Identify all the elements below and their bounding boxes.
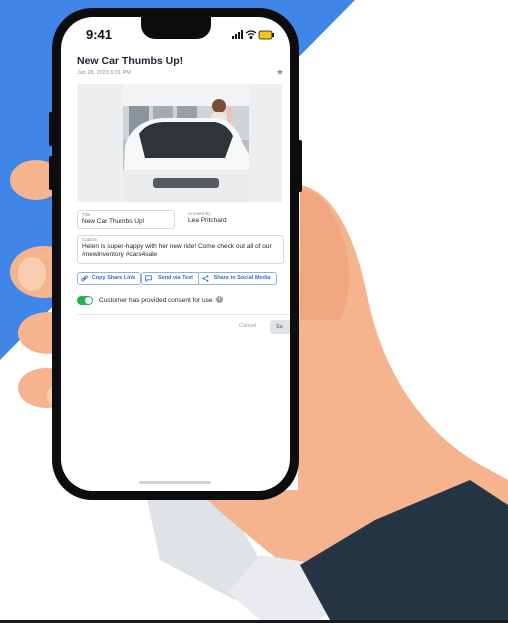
post-title: New Car Thumbs Up! xyxy=(77,55,184,67)
phone-screen: 9:41 New Car Thumbs Up! Jun 28, 2023 6:3… xyxy=(61,17,290,491)
copy-share-link-button[interactable]: Copy Share Link xyxy=(77,272,141,285)
title-label: Title xyxy=(82,212,91,217)
message-icon xyxy=(145,275,152,282)
footer-actions: Cancel Sa xyxy=(211,320,290,334)
battery-icon xyxy=(258,30,274,40)
status-time: 9:41 xyxy=(86,27,113,42)
caption-value: Helen is super-happy with her new ride! … xyxy=(82,243,272,258)
finger-2-nail xyxy=(18,257,46,291)
send-via-text-button[interactable]: Send via Text xyxy=(141,272,201,285)
volume-down-button xyxy=(49,156,54,190)
volume-up-button xyxy=(49,112,54,146)
share-actions: Copy Share Link Send via Text Share to S… xyxy=(77,272,287,285)
scene: 9:41 New Car Thumbs Up! Jun 28, 2023 6:3… xyxy=(0,0,508,623)
title-value: New Car Thumbs Up! xyxy=(82,218,145,225)
post-header: New Car Thumbs Up! Jun 28, 2023 6:31 PM … xyxy=(77,55,284,81)
info-icon[interactable]: i xyxy=(216,296,223,303)
wifi-icon xyxy=(245,30,257,40)
send-via-text-label: Send via Text xyxy=(157,275,194,281)
media-preview[interactable] xyxy=(77,84,282,202)
consent-row: Customer has provided consent for use i xyxy=(77,295,282,307)
share-social-media-button[interactable]: Share to Social Media xyxy=(198,272,277,285)
favorite-star-icon[interactable]: ★ xyxy=(276,67,284,78)
consent-toggle[interactable] xyxy=(77,296,93,305)
link-icon xyxy=(81,275,88,282)
post-detail-view: New Car Thumbs Up! Jun 28, 2023 6:31 PM … xyxy=(61,55,290,491)
save-button[interactable]: Sa xyxy=(270,320,290,334)
toggle-knob xyxy=(85,297,92,304)
share-social-media-label: Share to Social Media xyxy=(213,275,271,281)
signal-icon xyxy=(232,30,243,39)
power-button xyxy=(297,140,302,192)
consent-label: Customer has provided consent for use xyxy=(99,297,213,304)
caption-field[interactable]: Caption Helen is super-happy with her ne… xyxy=(77,235,284,264)
copy-share-link-label: Copy Share Link xyxy=(91,275,136,281)
title-field[interactable]: Title New Car Thumbs Up! xyxy=(77,210,175,229)
created-by-label: Created By xyxy=(188,211,211,216)
created-by-value: Lea Pritchard xyxy=(188,217,227,224)
post-date: Jun 28, 2023 6:31 PM xyxy=(77,70,131,76)
footer-divider xyxy=(77,314,290,315)
camera-notch xyxy=(141,17,211,39)
share-icon xyxy=(202,275,209,282)
thumb xyxy=(300,189,350,320)
status-icons xyxy=(232,30,274,40)
status-bar: 9:41 xyxy=(61,17,290,55)
car-photo xyxy=(123,84,249,202)
created-by-field: Created By Lea Pritchard xyxy=(188,210,268,227)
home-indicator xyxy=(139,481,211,484)
caption-label: Caption xyxy=(82,237,98,242)
cancel-button[interactable]: Cancel xyxy=(239,323,256,329)
